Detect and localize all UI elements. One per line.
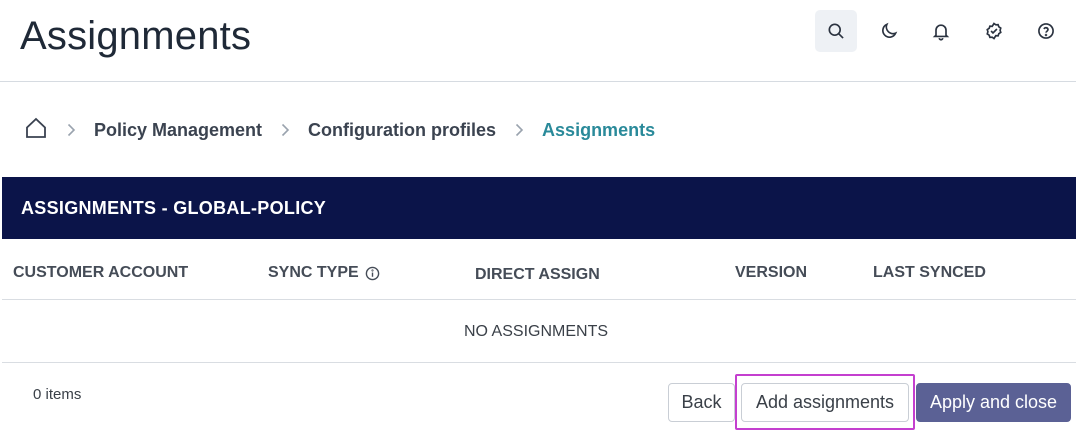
empty-state: NO ASSIGNMENTS [2,301,1076,363]
column-last-synced[interactable]: LAST SYNCED [873,264,986,282]
moon-icon [882,22,898,38]
breadcrumb-policy-management[interactable]: Policy Management [94,120,262,141]
theme-toggle-button[interactable] [868,10,910,52]
chevron-right-icon [64,123,78,137]
table-header: CUSTOMER ACCOUNT SYNC TYPE DIRECT ASSIGN… [2,239,1076,300]
info-icon[interactable] [365,266,380,281]
add-assignments-button[interactable]: Add assignments [741,383,909,422]
back-button[interactable]: Back [668,383,735,422]
column-customer-account[interactable]: CUSTOMER ACCOUNT [13,264,188,282]
help-icon [1038,23,1054,39]
app-header: Assignments [0,0,1076,82]
column-version[interactable]: VERSION [735,264,807,282]
breadcrumb-configuration-profiles[interactable]: Configuration profiles [308,120,496,141]
badge-button[interactable] [973,10,1015,52]
badge-check-icon [986,22,1002,40]
column-sync-type[interactable]: SYNC TYPE [268,264,380,282]
chevron-right-icon [278,123,292,137]
chevron-right-icon [512,123,526,137]
column-direct-assign[interactable]: DIRECT ASSIGN [475,266,600,284]
breadcrumb-current: Assignments [542,119,656,140]
help-button[interactable] [1025,10,1067,52]
panel-title: ASSIGNMENTS - GLOBAL-POLICY [2,177,1076,239]
page-title: Assignments [20,14,252,58]
home-icon [26,117,46,138]
breadcrumb-home[interactable] [24,116,48,145]
apply-and-close-button[interactable]: Apply and close [916,383,1071,422]
items-count: 0 items [33,386,82,403]
search-icon [828,23,844,39]
breadcrumb: Policy Management Configuration profiles… [24,116,655,144]
search-button[interactable] [815,10,857,52]
bell-icon [932,24,950,41]
notifications-button[interactable] [920,10,962,52]
